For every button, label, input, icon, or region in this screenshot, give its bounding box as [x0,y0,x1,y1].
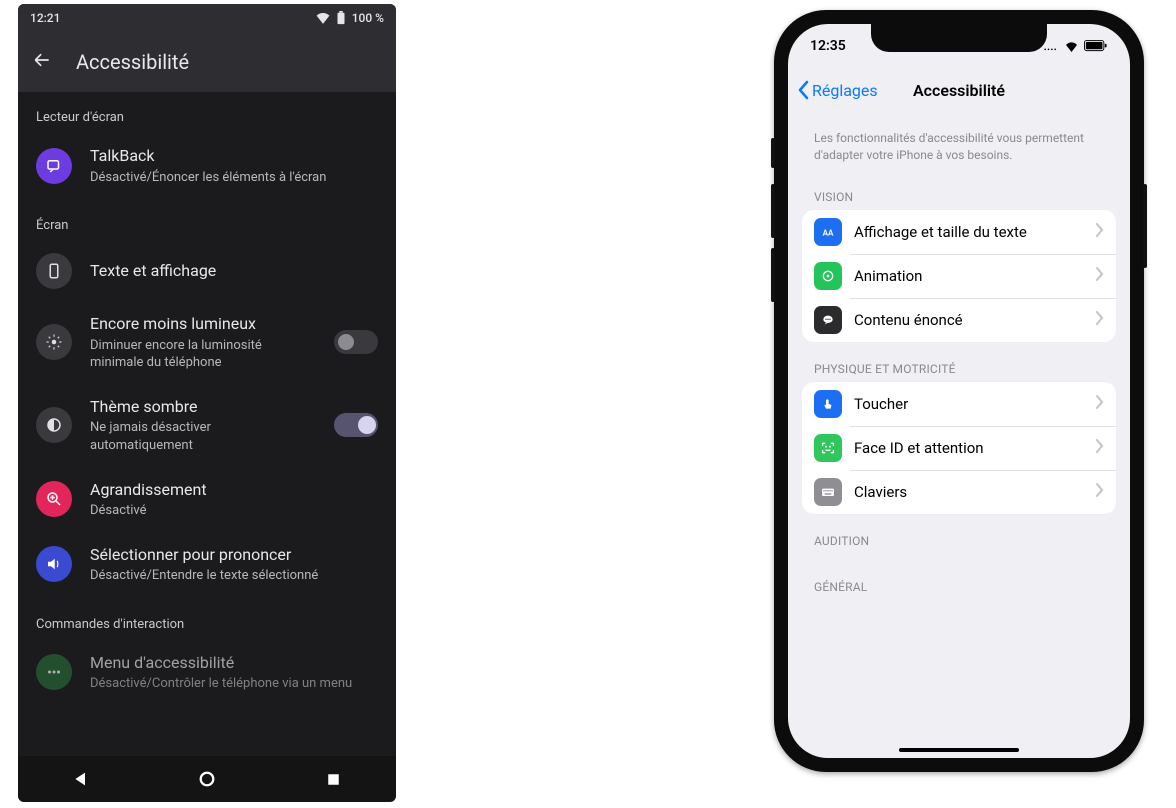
row-magnification[interactable]: Agrandissement Désactivé [18,469,396,534]
row-touch[interactable]: Toucher [802,382,1116,426]
face-id-icon [814,434,842,462]
row-text-display[interactable]: Texte et affichage [18,243,396,303]
row-title: Encore moins lumineux [90,313,316,335]
side-button-vol-up [771,184,775,238]
row-subtitle: Désactivé/Entendre le texte sélectionné [90,567,378,585]
battery-icon [336,11,346,25]
row-title: Agrandissement [90,479,378,501]
wifi-icon [1064,41,1079,52]
android-nav-bar [18,756,396,802]
row-title: TalkBack [90,145,378,167]
row-select-to-speak[interactable]: Sélectionner pour prononcer Désactivé/En… [18,534,396,599]
dark-theme-icon [36,407,72,443]
nav-recent-button[interactable] [323,769,343,789]
text-size-icon: AA [814,218,842,246]
row-label: Contenu énoncé [854,311,1084,329]
row-subtitle: Désactivé/Énoncer les éléments à l'écran [90,169,378,187]
accessibility-menu-icon [36,654,72,690]
page-description: Les fonctionnalités d'accessibilité vous… [802,112,1116,170]
battery-icon [1084,40,1108,52]
chevron-right-icon [1096,438,1104,457]
row-title: Texte et affichage [90,260,378,282]
extra-dim-switch[interactable] [334,330,378,354]
status-time: 12:21 [30,11,60,25]
group-physical: Toucher Face ID et attention [802,382,1116,514]
keyboard-icon [814,478,842,506]
row-talkback[interactable]: TalkBack Désactivé/Énoncer les éléments … [18,135,396,200]
row-animation[interactable]: Animation [802,254,1116,298]
section-header-physical: PHYSIQUE ET MOTRICITÉ [802,342,1116,382]
section-header-screen-reader: Lecteur d'écran [18,92,396,135]
row-spoken-content[interactable]: Contenu énoncé [802,298,1116,342]
iphone-frame: 12:35 Réglages Accessibilité Les fonctio… [774,10,1144,772]
row-dark-theme[interactable]: Thème sombre Ne jamais désactiver automa… [18,386,396,469]
chevron-right-icon [1096,482,1104,501]
row-label: Toucher [854,395,1084,413]
group-vision: AA Affichage et taille du texte Animatio… [802,210,1116,342]
animation-icon [814,262,842,290]
chevron-right-icon [1096,266,1104,285]
magnification-icon [36,481,72,517]
row-label: Face ID et attention [854,439,1084,457]
chevron-right-icon [1096,394,1104,413]
section-header-vision: VISION [802,170,1116,210]
row-subtitle: Désactivé/Contrôler le téléphone via un … [90,675,378,693]
row-subtitle: Diminuer encore la luminosité minimale d… [90,337,316,372]
row-title: Menu d'accessibilité [90,652,378,674]
side-button-mute [771,138,775,168]
row-display-text-size[interactable]: AA Affichage et taille du texte [802,210,1116,254]
section-header-interaction: Commandes d'interaction [18,599,396,642]
text-display-icon [36,253,72,289]
chevron-left-icon [796,80,810,100]
row-label: Affichage et taille du texte [854,223,1084,241]
nav-home-button[interactable] [197,769,217,789]
row-subtitle: Ne jamais désactiver automatiquement [90,419,316,454]
home-indicator[interactable] [899,748,1019,752]
row-keyboards[interactable]: Claviers [802,470,1116,514]
talkback-icon [36,148,72,184]
ios-accessibility-screen: 12:35 Réglages Accessibilité Les fonctio… [788,24,1130,758]
side-button-power [1143,184,1147,268]
android-accessibility-screen: 12:21 100 % Accessibilité Lecteur d'écra… [18,4,396,802]
select-to-speak-icon [36,546,72,582]
row-title: Thème sombre [90,396,316,418]
ios-nav-bar: Réglages Accessibilité [788,68,1130,112]
android-status-bar: 12:21 100 % [18,4,396,32]
row-title: Sélectionner pour prononcer [90,544,378,566]
row-face-id[interactable]: Face ID et attention [802,426,1116,470]
row-label: Claviers [854,483,1084,501]
row-extra-dim[interactable]: Encore moins lumineux Diminuer encore la… [18,303,396,386]
section-header-hearing: AUDITION [802,514,1116,554]
cellular-icon [1043,41,1059,51]
touch-icon [814,390,842,418]
chevron-right-icon [1096,222,1104,241]
extra-dim-icon [36,324,72,360]
dark-theme-switch[interactable] [334,413,378,437]
status-battery-pct: 100 % [352,11,384,25]
page-title: Accessibilité [76,50,189,74]
back-button[interactable] [32,50,52,74]
notch [871,24,1047,52]
side-button-vol-down [771,248,775,302]
back-button[interactable]: Réglages [796,80,878,100]
nav-back-button[interactable] [71,769,91,789]
back-label: Réglages [812,81,878,100]
row-subtitle: Désactivé [90,502,378,520]
row-accessibility-menu[interactable]: Menu d'accessibilité Désactivé/Contrôler… [18,642,396,707]
svg-text:AA: AA [823,228,834,237]
row-label: Animation [854,267,1084,285]
section-header-general: GÉNÉRAL [802,554,1116,600]
status-time: 12:35 [810,38,846,54]
spoken-content-icon [814,306,842,334]
section-header-screen: Écran [18,200,396,243]
android-app-bar: Accessibilité [18,32,396,92]
chevron-right-icon [1096,310,1104,329]
wifi-icon [316,12,330,24]
